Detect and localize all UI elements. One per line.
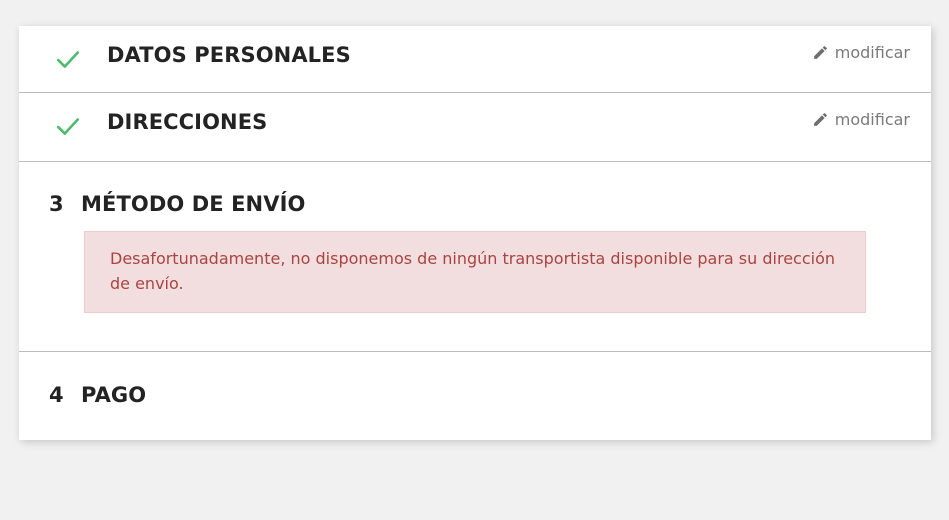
step-payment: 4 PAGO bbox=[19, 352, 931, 440]
edit-addresses-link[interactable]: modificar bbox=[812, 110, 910, 129]
no-carrier-alert: Desafortunadamente, no disponemos de nin… bbox=[84, 231, 866, 313]
check-icon bbox=[56, 118, 80, 135]
check-icon bbox=[56, 51, 80, 68]
step-title: DIRECCIONES bbox=[107, 110, 268, 134]
edit-label: modificar bbox=[834, 43, 910, 62]
step-title: DATOS PERSONALES bbox=[107, 43, 351, 67]
pencil-icon bbox=[813, 46, 827, 59]
edit-label: modificar bbox=[834, 110, 910, 129]
step-number: 3 bbox=[49, 192, 64, 216]
step-addresses[interactable]: DIRECCIONES modificar bbox=[19, 93, 931, 162]
step-shipping-method: 3 MÉTODO DE ENVÍO Desafortunadamente, no… bbox=[19, 162, 931, 352]
edit-personal-info-link[interactable]: modificar bbox=[812, 43, 910, 62]
step-title: MÉTODO DE ENVÍO bbox=[81, 192, 306, 216]
step-personal-info[interactable]: DATOS PERSONALES modificar bbox=[19, 26, 931, 93]
step-number: 4 bbox=[49, 383, 64, 407]
checkout-steps-card: DATOS PERSONALES modificar DIRECCIONES m… bbox=[19, 26, 931, 440]
step-title: PAGO bbox=[81, 383, 147, 407]
pencil-icon bbox=[813, 113, 827, 126]
